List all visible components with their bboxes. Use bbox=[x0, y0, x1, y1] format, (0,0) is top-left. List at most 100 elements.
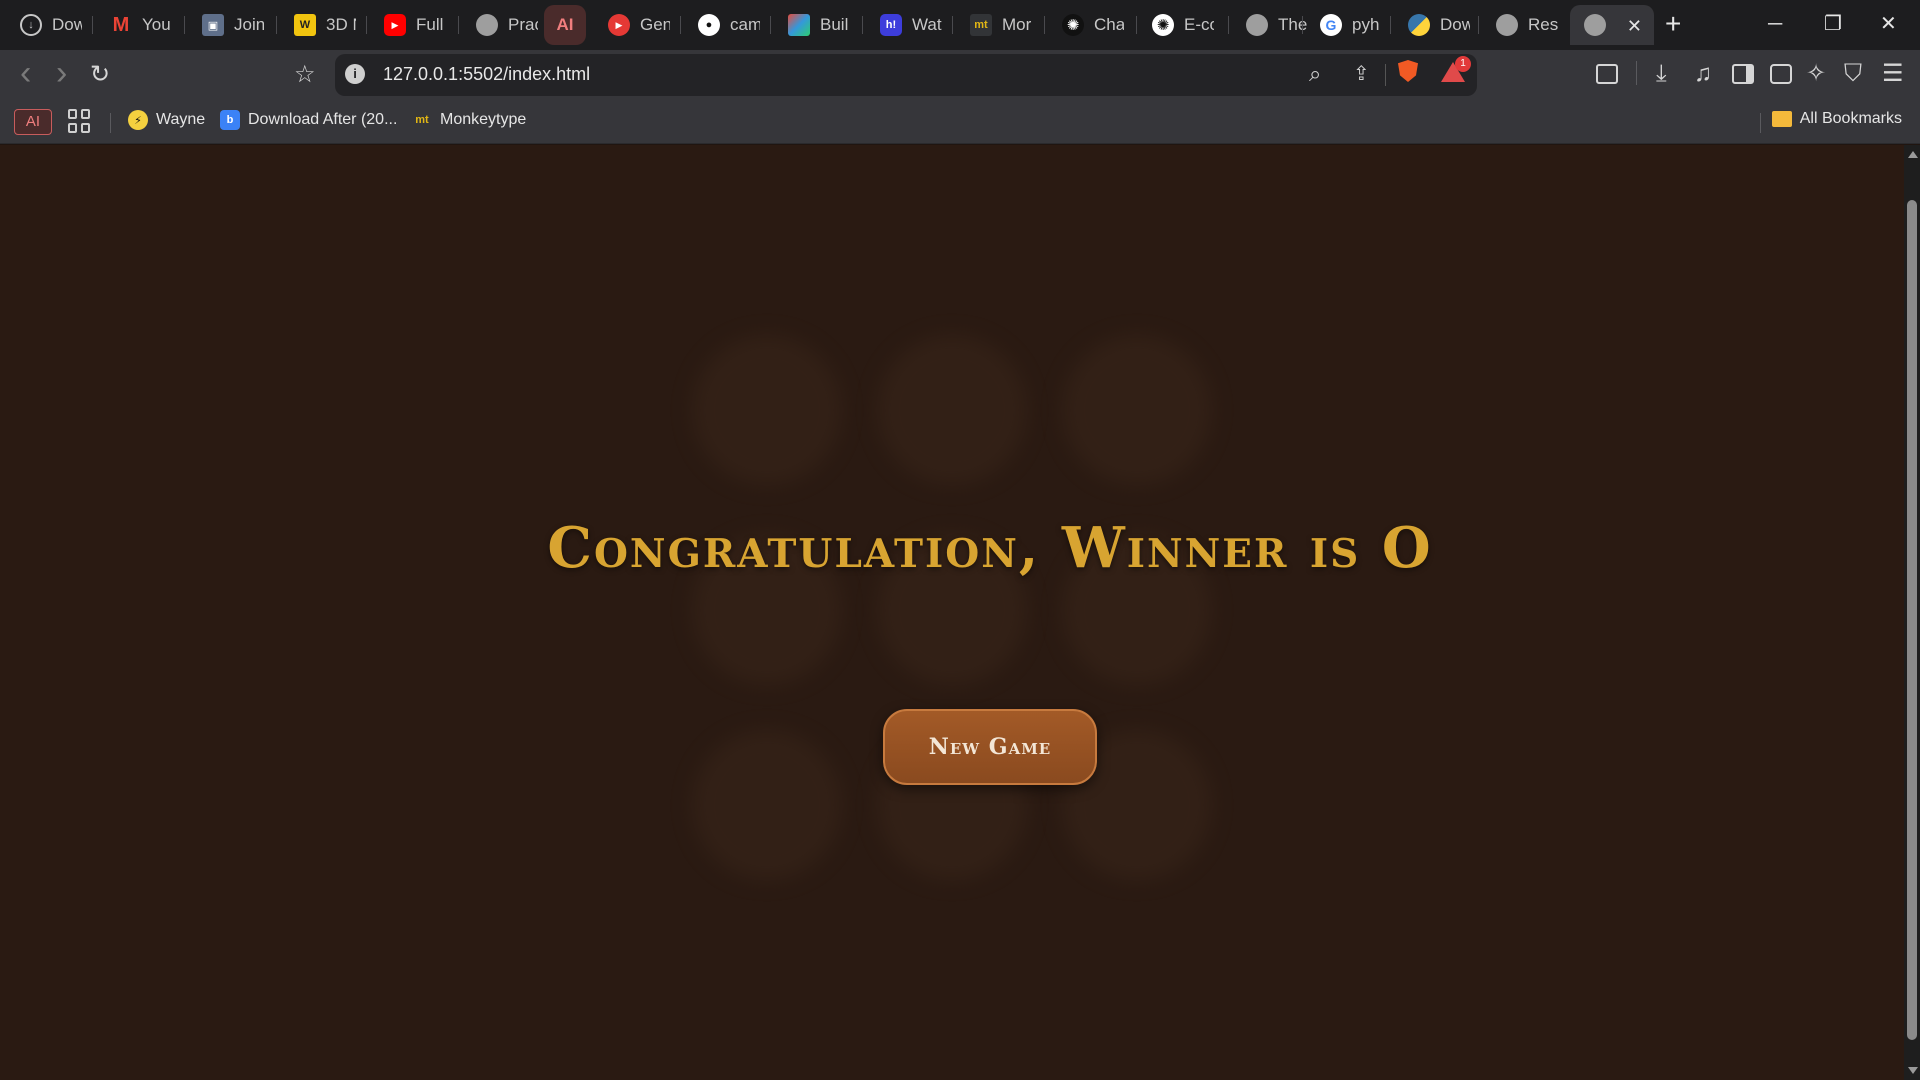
vpn-shield-icon[interactable]: ⛉ bbox=[1844, 61, 1862, 87]
share-icon[interactable]: ⇪ bbox=[1353, 63, 1370, 85]
tab-join[interactable]: ▣ Join bbox=[188, 5, 276, 45]
bookmark-label: Wayne bbox=[156, 111, 206, 128]
tab-3d[interactable]: W 3D N bbox=[280, 5, 368, 45]
google-icon: G bbox=[1320, 14, 1342, 36]
tab-separator bbox=[366, 16, 367, 34]
tab-dow-python[interactable]: Dow bbox=[1394, 5, 1476, 45]
back-button[interactable]: ‹ bbox=[20, 56, 31, 90]
tab-title: The bbox=[1278, 15, 1308, 34]
divider bbox=[110, 113, 111, 133]
tab-strip: ↓ Dow M You ▣ Join W 3D N ▶ Full Prac AI bbox=[0, 0, 1920, 50]
site-info-icon[interactable]: i bbox=[345, 64, 365, 84]
address-bar[interactable]: i 127.0.0.1:5502/index.html ⌕ ⇪ bbox=[335, 54, 1477, 96]
page-viewport: Congratulation, Winner is O New Game bbox=[0, 145, 1904, 1080]
meet-icon: ▣ bbox=[202, 14, 224, 36]
tab-cha[interactable]: ✺ Cha bbox=[1048, 5, 1136, 45]
sidebar-icon[interactable] bbox=[1732, 64, 1754, 84]
scroll-up-arrow-icon[interactable] bbox=[1908, 151, 1918, 158]
scroll-down-arrow-icon[interactable] bbox=[1908, 1067, 1918, 1074]
tab-title: Gen bbox=[640, 15, 670, 34]
menu-icon[interactable]: ☰ bbox=[1882, 61, 1904, 87]
tab-ai[interactable]: AI bbox=[544, 5, 586, 45]
tab-active[interactable]: ✕ bbox=[1570, 5, 1654, 45]
tab-separator bbox=[1302, 16, 1303, 34]
tab-separator bbox=[92, 16, 93, 34]
github-icon: ● bbox=[698, 14, 720, 36]
bookmark-download-after[interactable]: b Download After (20... bbox=[220, 110, 397, 130]
tab-title: Dow bbox=[52, 15, 82, 34]
download-icon: ↓ bbox=[20, 14, 42, 36]
zoom-icon[interactable]: ⌕ bbox=[1309, 63, 1321, 85]
divider bbox=[1636, 61, 1637, 85]
wallet-icon[interactable] bbox=[1770, 64, 1792, 84]
tab-separator bbox=[680, 16, 681, 34]
tab-separator bbox=[458, 16, 459, 34]
bookmark-wayne[interactable]: ⚡ Wayne bbox=[128, 110, 205, 130]
bookmark-label: Download After (20... bbox=[248, 111, 398, 128]
wayne-icon: ⚡ bbox=[128, 110, 148, 130]
divider bbox=[1760, 113, 1761, 133]
openai-icon: ✺ bbox=[1152, 14, 1174, 36]
openai-icon: ✺ bbox=[1062, 14, 1084, 36]
tab-separator bbox=[1478, 16, 1479, 34]
downloads-icon[interactable]: ⤓ bbox=[1656, 61, 1667, 87]
tab-title: Mor bbox=[1002, 15, 1032, 34]
scrollbar[interactable] bbox=[1904, 145, 1920, 1080]
tab-separator bbox=[862, 16, 863, 34]
tab-gmail[interactable]: M You bbox=[96, 5, 182, 45]
globe-icon bbox=[1496, 14, 1518, 36]
bookmark-button[interactable]: ☆ bbox=[294, 62, 316, 88]
tab-eco[interactable]: ✺ E-co bbox=[1138, 5, 1228, 45]
bookmark-label: Monkeytype bbox=[440, 111, 527, 128]
tab-separator bbox=[770, 16, 771, 34]
bookmarks-bar: AI ⚡ Wayne b Download After (20... mt Mo… bbox=[0, 100, 1920, 144]
leo-ai-icon[interactable]: ✧ bbox=[1806, 61, 1826, 87]
board-cell-ghost bbox=[877, 335, 1027, 485]
scrollbar-thumb[interactable] bbox=[1907, 200, 1917, 1040]
tab-separator bbox=[276, 16, 277, 34]
tab-gen[interactable]: ▶ Gen bbox=[594, 5, 680, 45]
tab-cam[interactable]: ● cam bbox=[684, 5, 770, 45]
all-bookmarks-button[interactable]: All Bookmarks bbox=[1771, 110, 1902, 128]
apps-grid-icon[interactable] bbox=[68, 109, 92, 133]
forward-button[interactable]: › bbox=[56, 56, 67, 90]
tab-pyh[interactable]: G pyh bbox=[1306, 5, 1388, 45]
minimize-button[interactable]: ─ bbox=[1768, 12, 1782, 36]
monkeytype-icon: mt bbox=[970, 14, 992, 36]
tab-title: Buil bbox=[820, 15, 849, 34]
notification-badge: 1 bbox=[1455, 56, 1471, 72]
tab-title: Prac bbox=[508, 15, 538, 34]
restore-button[interactable]: ❐ bbox=[1824, 12, 1842, 36]
all-bookmarks-label: All Bookmarks bbox=[1799, 110, 1902, 127]
tab-resu[interactable]: Resu bbox=[1482, 5, 1568, 45]
browser-toolbar: ‹ › ↻ ☆ i 127.0.0.1:5502/index.html ⌕ ⇪ … bbox=[0, 50, 1920, 100]
url-text[interactable]: 127.0.0.1:5502/index.html bbox=[383, 64, 590, 85]
tab-full[interactable]: ▶ Full bbox=[370, 5, 460, 45]
ai-bookmark[interactable]: AI bbox=[14, 109, 52, 135]
tab-title: Wat bbox=[912, 15, 942, 34]
tab-mor[interactable]: mt Mor bbox=[956, 5, 1044, 45]
tab-wat[interactable]: h! Wat bbox=[866, 5, 952, 45]
new-tab-button[interactable]: + bbox=[1665, 9, 1681, 39]
tab-title: Dow bbox=[1440, 15, 1470, 34]
hashnode-icon: h! bbox=[880, 14, 902, 36]
tab-buil[interactable]: Buil bbox=[774, 5, 862, 45]
monkeytype-icon: mt bbox=[415, 114, 429, 126]
tab-separator bbox=[1390, 16, 1391, 34]
tab-prac[interactable]: Prac bbox=[462, 5, 544, 45]
tab-title: You bbox=[142, 15, 171, 34]
bookmark-monkeytype[interactable]: mt Monkeytype bbox=[412, 110, 526, 130]
tab-separator bbox=[1228, 16, 1229, 34]
board-cell-ghost bbox=[1062, 335, 1212, 485]
reader-mode-icon[interactable] bbox=[1596, 64, 1618, 84]
gmail-icon: M bbox=[112, 13, 130, 36]
tab-download[interactable]: ↓ Dow bbox=[6, 5, 88, 45]
globe-icon bbox=[1584, 14, 1606, 36]
board-cell-ghost bbox=[692, 730, 842, 880]
new-game-button[interactable]: New Game bbox=[883, 709, 1097, 785]
reload-button[interactable]: ↻ bbox=[90, 62, 110, 88]
close-tab-icon[interactable]: ✕ bbox=[1627, 16, 1642, 37]
media-icon[interactable]: ♫ bbox=[1694, 61, 1712, 87]
download-site-icon: b bbox=[220, 110, 240, 130]
close-window-button[interactable]: ✕ bbox=[1880, 12, 1897, 36]
